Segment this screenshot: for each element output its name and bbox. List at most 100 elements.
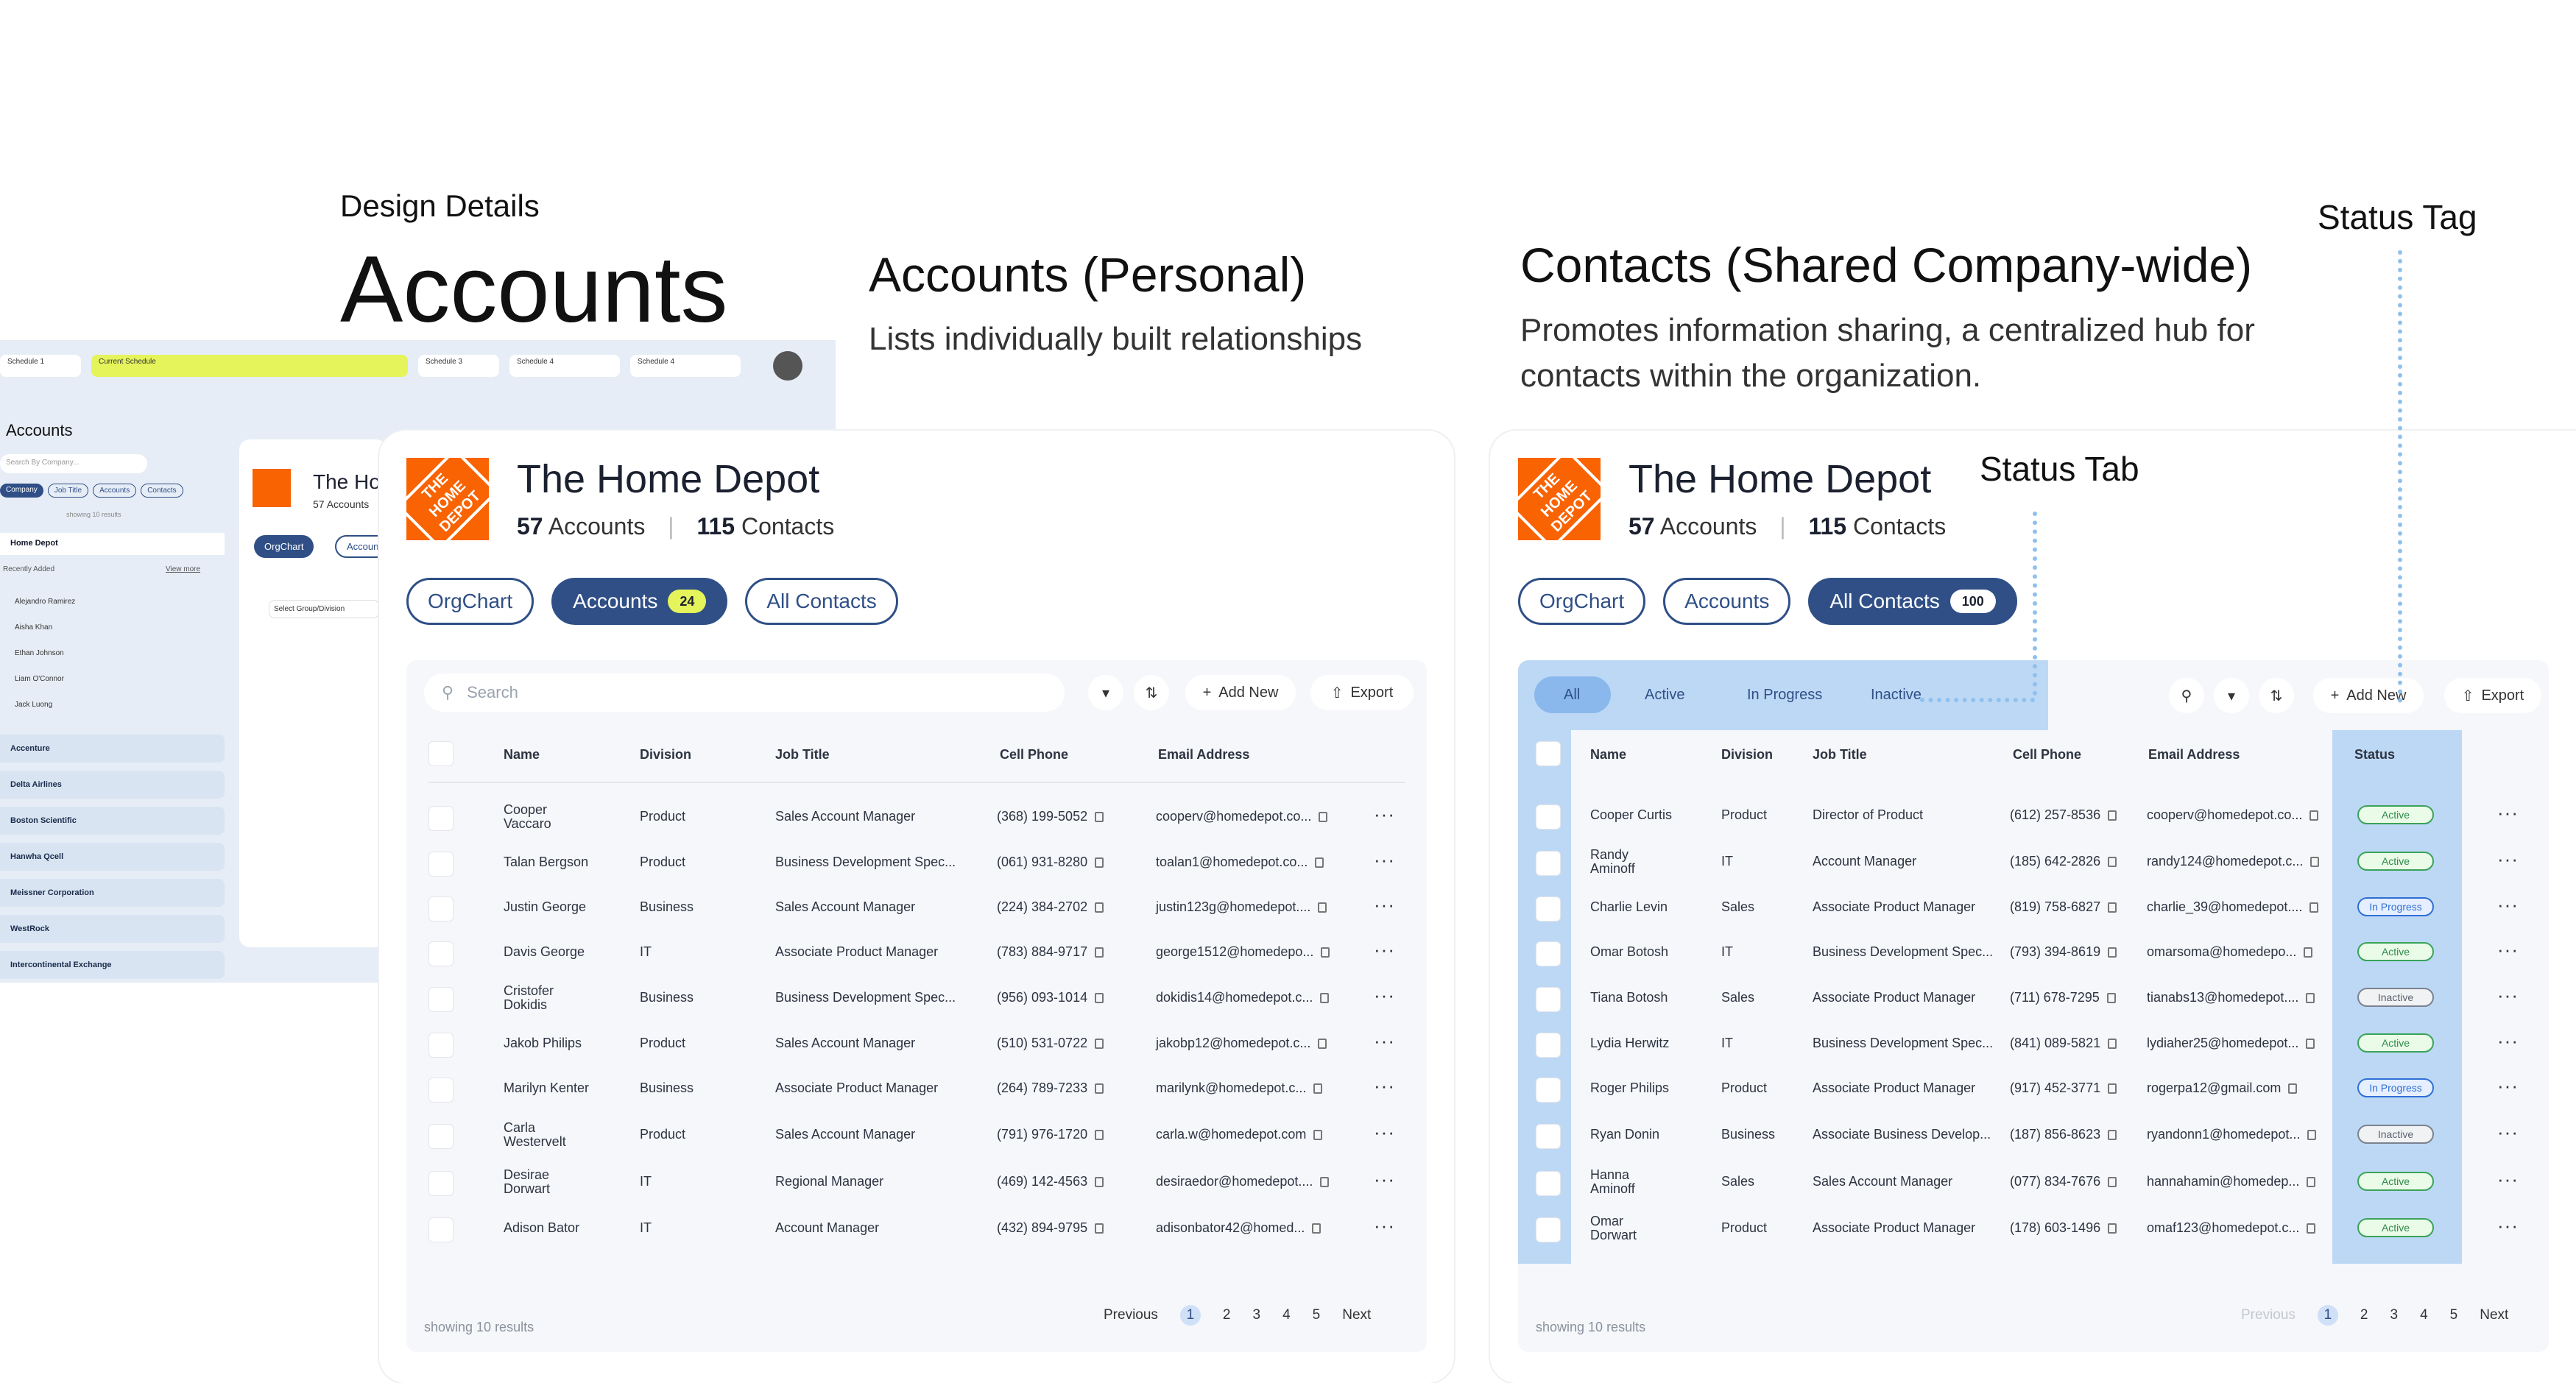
row-checkbox[interactable] — [428, 1078, 454, 1103]
select-all-checkbox[interactable] — [428, 741, 454, 766]
cell-name[interactable]: Ryan Donin — [1590, 1128, 1659, 1142]
row-more-icon[interactable]: ··· — [1374, 1214, 1395, 1237]
column-header[interactable]: Status — [2354, 747, 2395, 763]
row-checkbox[interactable] — [428, 987, 454, 1012]
row-checkbox[interactable] — [428, 852, 454, 877]
row-more-icon[interactable]: ··· — [2497, 1168, 2519, 1191]
copy-icon[interactable] — [2108, 1177, 2117, 1188]
copy-icon[interactable] — [1095, 1223, 1104, 1234]
schedule-item[interactable]: Schedule 1 — [0, 355, 81, 377]
column-header[interactable]: Email Address — [1158, 747, 1249, 763]
copy-icon[interactable] — [1095, 1083, 1104, 1094]
status-tab-in-progress[interactable]: In Progress — [1747, 687, 1822, 704]
tab-orgchart[interactable]: OrgChart — [406, 578, 534, 625]
cell-name[interactable]: Omar Dorwart — [1590, 1214, 1637, 1242]
copy-icon[interactable] — [1095, 1177, 1104, 1188]
copy-icon[interactable] — [1095, 947, 1104, 958]
cell-name[interactable]: Desirae Dorwart — [504, 1168, 550, 1196]
column-header[interactable]: Division — [1721, 747, 1773, 763]
row-more-icon[interactable]: ··· — [2497, 802, 2519, 824]
row-checkbox[interactable] — [1536, 1217, 1561, 1242]
copy-icon[interactable] — [1318, 1039, 1327, 1050]
bg-recent-item[interactable]: Ethan Johnson — [15, 640, 75, 666]
search-input[interactable]: ⚲ Search — [424, 673, 1065, 712]
row-checkbox[interactable] — [1536, 987, 1561, 1012]
row-more-icon[interactable]: ··· — [2497, 1214, 2519, 1237]
bg-filter[interactable]: Contacts — [141, 484, 183, 498]
column-header[interactable]: Cell Phone — [2013, 747, 2081, 763]
copy-icon[interactable] — [2304, 947, 2313, 958]
bg-account-row[interactable]: Hanwha Qcell — [0, 843, 225, 871]
cell-name[interactable]: Roger Philips — [1590, 1081, 1669, 1095]
cell-name[interactable]: Hanna Aminoff — [1590, 1168, 1635, 1196]
copy-icon[interactable] — [2108, 857, 2117, 868]
row-more-icon[interactable]: ··· — [2497, 984, 2519, 1007]
bg-recent-item[interactable]: Aisha Khan — [15, 615, 75, 640]
bg-select-group[interactable]: Select Group/Division — [269, 600, 379, 618]
copy-icon[interactable] — [2310, 857, 2320, 868]
copy-icon[interactable] — [1095, 993, 1104, 1004]
page-link-current[interactable]: 1 — [1179, 1305, 1201, 1326]
row-more-icon[interactable]: ··· — [1374, 894, 1395, 916]
cell-name[interactable]: Marilyn Kenter — [504, 1081, 589, 1095]
bg-view-more[interactable]: View more — [166, 565, 200, 573]
cell-name[interactable]: Omar Botosh — [1590, 945, 1668, 959]
page-link[interactable]: 4 — [1282, 1307, 1291, 1323]
page-link[interactable]: 2 — [1223, 1307, 1231, 1323]
column-header[interactable]: Division — [640, 747, 691, 763]
copy-icon[interactable] — [2306, 993, 2315, 1004]
next-page[interactable]: Next — [1342, 1307, 1371, 1323]
column-header[interactable]: Job Title — [1813, 747, 1867, 763]
bg-account-row[interactable]: WestRock — [0, 915, 225, 943]
bg-filter[interactable]: Accounts — [93, 484, 137, 498]
copy-icon[interactable] — [1095, 1039, 1104, 1050]
copy-icon[interactable] — [1321, 947, 1330, 958]
row-checkbox[interactable] — [1536, 896, 1561, 922]
export-button[interactable]: ⇧ Export — [2444, 678, 2541, 713]
row-more-icon[interactable]: ··· — [2497, 848, 2519, 871]
copy-icon[interactable] — [1095, 902, 1104, 913]
copy-icon[interactable] — [1312, 1223, 1321, 1234]
cell-name[interactable]: Justin George — [504, 900, 586, 914]
cell-name[interactable]: Cristofer Dokidis — [504, 984, 554, 1012]
bg-filter[interactable]: Job Title — [47, 484, 89, 498]
page-link[interactable]: 3 — [2390, 1307, 2399, 1323]
row-checkbox[interactable] — [428, 896, 454, 922]
sort-button[interactable]: ⇅ — [2259, 678, 2294, 713]
copy-icon[interactable] — [2108, 1223, 2117, 1234]
tab-all-contacts[interactable]: All Contacts 100 — [1808, 578, 2017, 625]
copy-icon[interactable] — [1313, 1130, 1323, 1141]
export-button[interactable]: ⇧ Export — [1310, 675, 1414, 710]
cell-name[interactable]: Davis George — [504, 945, 585, 959]
cell-name[interactable]: Talan Bergson — [504, 855, 588, 869]
copy-icon[interactable] — [2307, 1223, 2316, 1234]
row-checkbox[interactable] — [428, 1171, 454, 1196]
cell-name[interactable]: Randy Aminoff — [1590, 848, 1635, 876]
bg-search-input[interactable]: Search By Company... — [0, 454, 147, 473]
row-more-icon[interactable]: ··· — [1374, 1075, 1395, 1097]
bg-account-row[interactable]: Boston Scientific — [0, 807, 225, 835]
add-new-button[interactable]: + Add New — [1185, 675, 1296, 710]
copy-icon[interactable] — [2108, 1130, 2117, 1141]
add-new-button[interactable]: + Add New — [2313, 678, 2424, 713]
copy-icon[interactable] — [2108, 810, 2117, 821]
bg-recent-item[interactable]: Liam O'Connor — [15, 666, 75, 692]
cell-name[interactable]: Cooper Curtis — [1590, 808, 1672, 822]
bg-account-home-depot[interactable]: Home Depot — [0, 533, 225, 555]
row-more-icon[interactable]: ··· — [1374, 803, 1395, 826]
sort-button[interactable]: ⇅ — [1134, 675, 1169, 710]
row-more-icon[interactable]: ··· — [1374, 938, 1395, 961]
schedule-item[interactable]: Schedule 4 — [630, 355, 741, 377]
select-all-checkbox[interactable] — [1536, 741, 1561, 766]
copy-icon[interactable] — [2288, 1083, 2298, 1094]
row-checkbox[interactable] — [428, 1033, 454, 1058]
copy-icon[interactable] — [2309, 902, 2319, 913]
row-more-icon[interactable]: ··· — [2497, 1030, 2519, 1053]
avatar[interactable] — [773, 351, 802, 381]
bg-account-row[interactable]: Accenture — [0, 735, 225, 763]
page-link[interactable]: 2 — [2360, 1307, 2368, 1323]
copy-icon[interactable] — [1095, 1130, 1104, 1141]
page-link-current[interactable]: 1 — [2317, 1305, 2338, 1326]
page-link[interactable]: 5 — [1313, 1307, 1321, 1323]
status-tab-all[interactable]: All — [1564, 687, 1580, 704]
